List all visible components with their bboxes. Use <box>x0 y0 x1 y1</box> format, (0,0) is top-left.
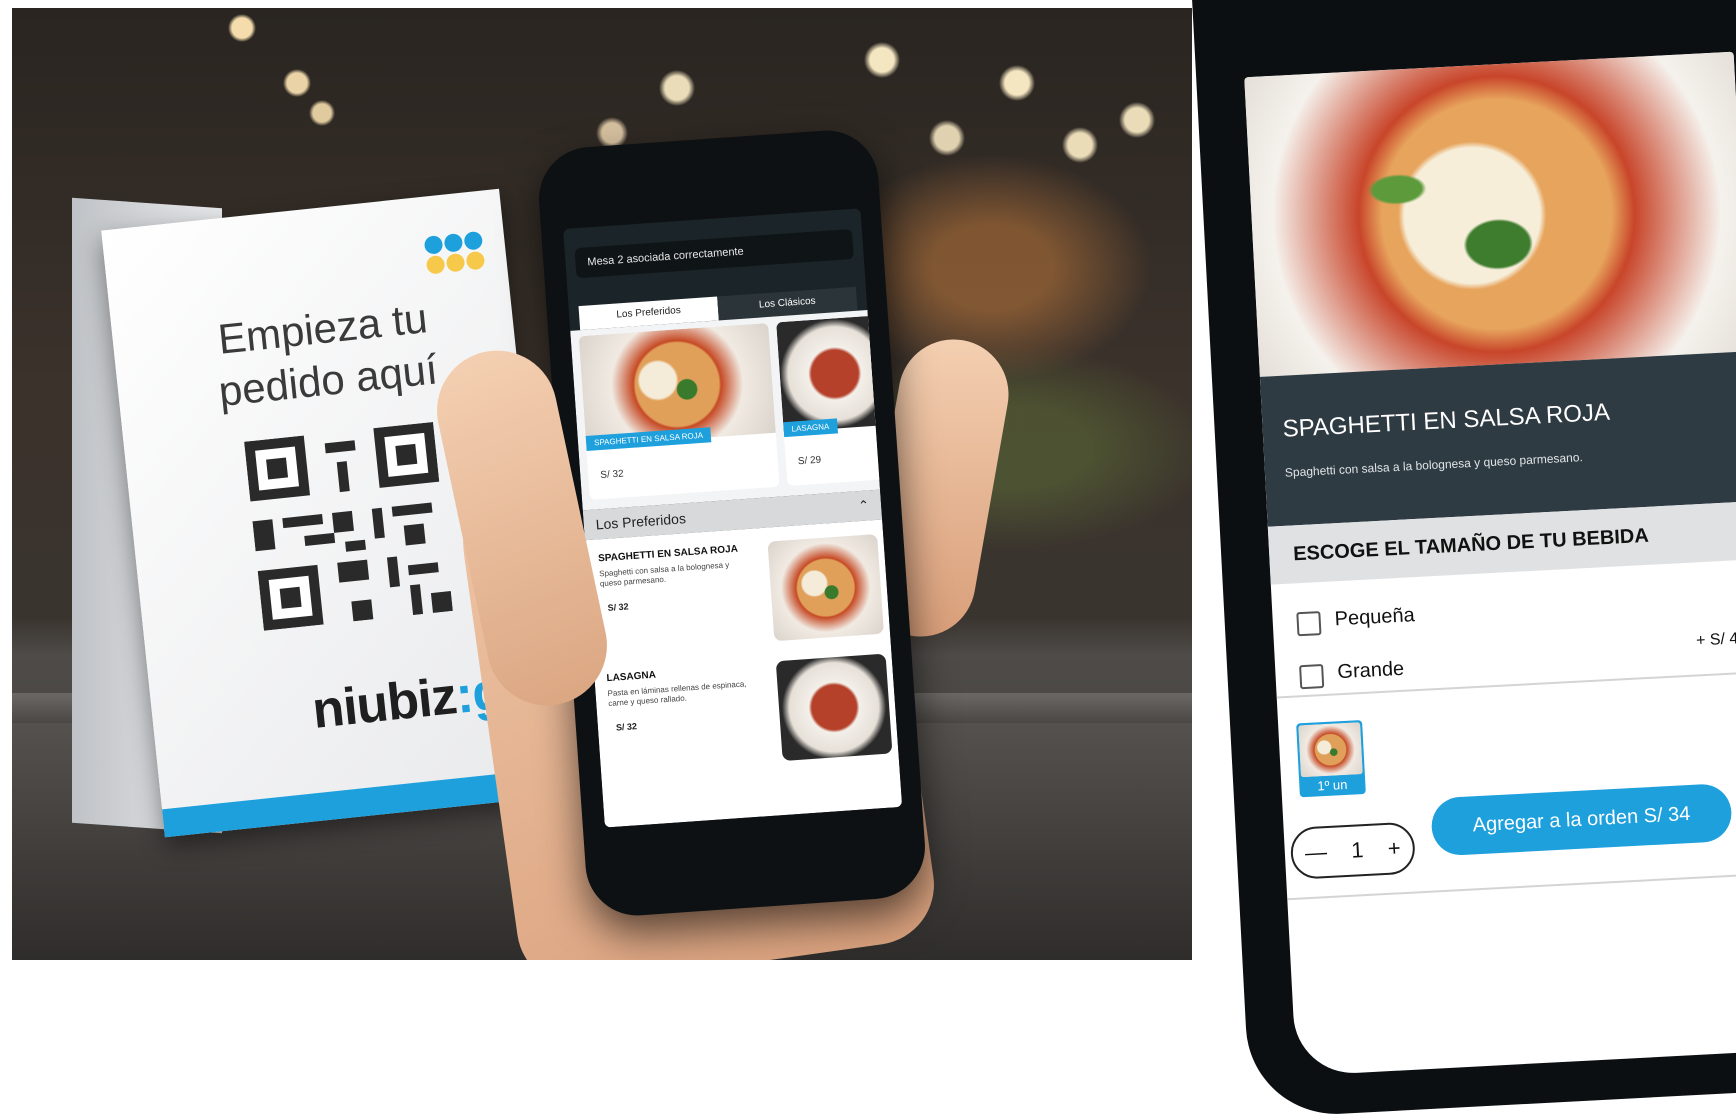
checkbox[interactable] <box>1296 611 1322 637</box>
option-label: Grande <box>1336 657 1405 684</box>
dish-hero-image <box>1244 51 1736 377</box>
featured-cards: SPAGHETTI EN SALSA ROJA S/ 32 LASAGNA S/… <box>570 310 898 511</box>
card-price: S/ 32 <box>599 468 625 482</box>
dish-title: SPAGHETTI EN SALSA ROJA <box>1281 398 1611 443</box>
quantity-value: 1 <box>1350 837 1365 863</box>
spaghetti-image <box>578 322 776 446</box>
lasagna-image <box>776 314 894 433</box>
option-extra-price: + S/ 4 <box>1695 630 1736 650</box>
thumbnail-caption: 1º un <box>1316 776 1348 794</box>
chevron-up-icon[interactable]: ⌃ <box>857 490 870 521</box>
tent-title: Empieza tu pedido aquí <box>215 294 440 416</box>
plus-button[interactable]: + <box>1387 835 1401 862</box>
item-image <box>767 533 885 642</box>
dish-info: SPAGHETTI EN SALSA ROJA Spaghetti con sa… <box>1259 351 1736 527</box>
product-screen: SPAGHETTI EN SALSA ROJA Spaghetti con sa… <box>1244 51 1736 1076</box>
dish-description: Spaghetti con salsa a la bolognesa y que… <box>1284 450 1584 480</box>
phone-in-hand: Mesa 2 asociada correctamente Los Prefer… <box>535 127 929 919</box>
menu-list: SPAGHETTI EN SALSA ROJA Spaghetti con sa… <box>584 519 903 828</box>
quantity-stepper: — 1 + <box>1289 821 1417 880</box>
phone-closeup: SPAGHETTI EN SALSA ROJA Spaghetti con sa… <box>1190 0 1736 1118</box>
list-item[interactable]: LASAGNA Pasta en láminas rellenas de esp… <box>606 653 893 783</box>
section-title: Los Preferidos <box>595 510 687 533</box>
association-toast: Mesa 2 asociada correctamente <box>574 228 854 279</box>
card-tag: LASAGNA <box>783 418 838 438</box>
card-lasagna[interactable]: LASAGNA S/ 29 <box>776 314 898 487</box>
card-price: S/ 29 <box>797 454 822 468</box>
card-spaghetti[interactable]: SPAGHETTI EN SALSA ROJA S/ 32 <box>578 322 780 500</box>
thumbnail-image <box>1298 722 1363 778</box>
order-thumbnail[interactable]: 1º un <box>1296 720 1366 798</box>
restaurant-photo: Empieza tu pedido aquí niubiz:go Mesa 2 … <box>12 8 1192 960</box>
item-image <box>775 653 893 762</box>
menu-screen: Mesa 2 asociada correctamente Los Prefer… <box>563 208 903 828</box>
item-desc: Pasta en láminas rellenas de espinaca, c… <box>607 679 747 709</box>
list-item[interactable]: SPAGHETTI EN SALSA ROJA Spaghetti con sa… <box>598 533 885 663</box>
minus-button[interactable]: — <box>1304 839 1327 866</box>
checkbox[interactable] <box>1299 664 1325 690</box>
item-desc: Spaghetti con salsa a la bolognesa y que… <box>598 560 730 589</box>
brand-dots-logo <box>423 230 488 277</box>
divider <box>1287 872 1736 901</box>
option-label: Pequeña <box>1334 604 1416 631</box>
add-to-order-button[interactable]: Agregar a la orden S/ 34 <box>1430 782 1733 857</box>
qr-code[interactable] <box>244 421 453 631</box>
